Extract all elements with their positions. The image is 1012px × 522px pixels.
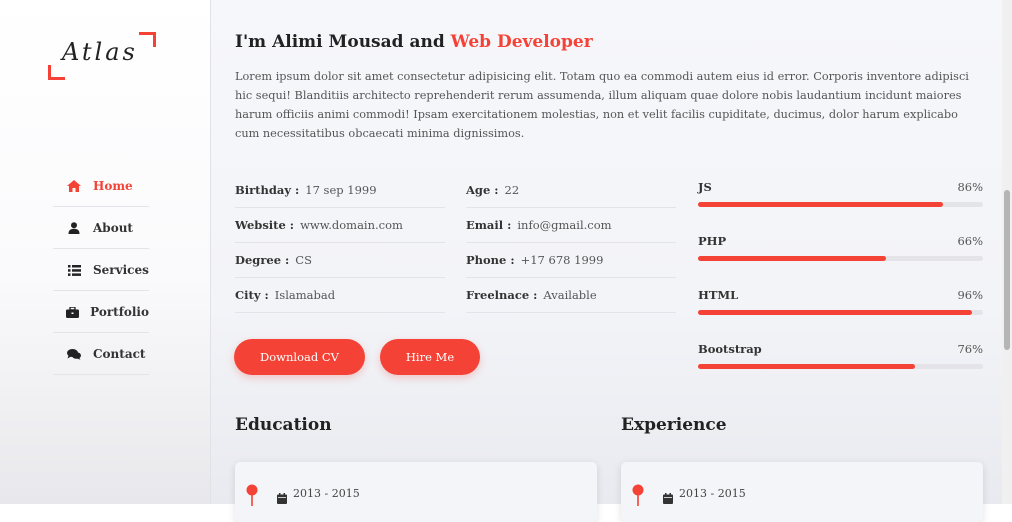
skill-name: PHP: [698, 234, 727, 248]
experience-heading: Experience: [621, 415, 727, 435]
education-heading: Education: [235, 415, 332, 435]
info-value: 17 sep 1999: [305, 183, 377, 197]
info-column-left: Birthday : 17 sep 1999 Website : www.domai…: [235, 174, 445, 314]
skill-percent: 66%: [957, 234, 983, 248]
info-value: CS: [295, 253, 312, 267]
logo-corner-top-right: [139, 32, 156, 47]
skill-html: HTML 96%: [698, 288, 983, 342]
info-value: 22: [504, 183, 520, 197]
intro-paragraph: Lorem ipsum dolor sit amet consectetur a…: [235, 70, 969, 140]
home-icon: [63, 180, 85, 192]
nav-item-label: Home: [93, 179, 133, 193]
info-key: City :: [235, 288, 269, 302]
education-card: 2013 - 2015: [235, 462, 597, 522]
hire-me-button[interactable]: Hire Me: [380, 339, 480, 375]
hero-title-prefix: I'm Alimi Mousad and: [235, 32, 451, 52]
info-value: info@gmail.com: [517, 218, 612, 232]
nav-item-label: About: [93, 221, 133, 235]
info-key: Email :: [466, 218, 512, 232]
info-row-freelance: Freelnace : Available: [466, 279, 676, 313]
briefcase-icon: [63, 306, 82, 318]
download-cv-button[interactable]: Download CV: [234, 339, 365, 375]
list-icon: [63, 264, 85, 276]
map-pin-icon: [246, 484, 258, 510]
skill-progress-track: [698, 202, 983, 207]
skill-percent: 76%: [957, 342, 983, 356]
skill-name: JS: [698, 180, 712, 194]
skill-progress-fill: [698, 310, 972, 315]
hero-title: I'm Alimi Mousad and Web Developer: [235, 32, 593, 52]
calendar-icon: [663, 489, 673, 508]
nav-item-services[interactable]: Services: [53, 250, 149, 291]
nav-item-label: Portfolio: [90, 305, 149, 319]
info-value: www.domain.com: [300, 218, 403, 232]
info-row-degree: Degree : CS: [235, 244, 445, 278]
info-key: Birthday :: [235, 183, 300, 197]
skill-progress-fill: [698, 202, 944, 207]
logo-text: Atlas: [62, 38, 138, 66]
skill-progress-fill: [698, 364, 915, 369]
logo[interactable]: Atlas: [48, 32, 158, 82]
experience-date: 2013 - 2015: [679, 487, 746, 500]
skill-progress-track: [698, 256, 983, 261]
skill-progress-track: [698, 310, 983, 315]
info-row-website: Website : www.domain.com: [235, 209, 445, 243]
nav-item-contact[interactable]: Contact: [53, 334, 149, 375]
nav-item-home[interactable]: Home: [53, 166, 149, 207]
skill-name: HTML: [698, 288, 739, 302]
logo-corner-bottom-left: [48, 65, 65, 80]
skill-js: JS 86%: [698, 180, 983, 234]
info-key: Degree :: [235, 253, 290, 267]
info-key: Age :: [466, 183, 499, 197]
skills-list: JS 86% PHP 66% HTML 96% Bootstrap 76%: [698, 180, 983, 396]
skill-progress-track: [698, 364, 983, 369]
experience-card: 2013 - 2015: [621, 462, 983, 522]
skill-php: PHP 66%: [698, 234, 983, 288]
skill-name: Bootstrap: [698, 342, 762, 356]
user-icon: [63, 222, 85, 234]
info-value: Islamabad: [274, 288, 336, 302]
info-row-city: City : Islamabad: [235, 279, 445, 313]
skill-bootstrap: Bootstrap 76%: [698, 342, 983, 396]
page-scrollbar[interactable]: [1002, 0, 1012, 504]
skill-percent: 86%: [957, 180, 983, 194]
info-row-phone: Phone : +17 678 1999: [466, 244, 676, 278]
main-content: I'm Alimi Mousad and Web Developer Lorem…: [211, 0, 1002, 522]
info-key: Freelnace :: [466, 288, 538, 302]
nav-item-label: Contact: [93, 347, 146, 361]
map-pin-icon: [632, 484, 644, 510]
info-row-email: Email : info@gmail.com: [466, 209, 676, 243]
info-key: Phone :: [466, 253, 515, 267]
info-row-birthday: Birthday : 17 sep 1999: [235, 174, 445, 208]
info-value: +17 678 1999: [520, 253, 604, 267]
skill-percent: 96%: [957, 288, 983, 302]
main-nav: Home About Services Portfolio Contact: [53, 166, 149, 376]
hero-title-accent: Web Developer: [450, 32, 593, 52]
nav-item-label: Services: [93, 263, 149, 277]
education-date: 2013 - 2015: [293, 487, 360, 500]
info-column-right: Age : 22 Email : info@gmail.com Phone : +17…: [466, 174, 676, 314]
comments-icon: [63, 348, 85, 360]
calendar-icon: [277, 489, 287, 508]
skill-progress-fill: [698, 256, 887, 261]
nav-item-about[interactable]: About: [53, 208, 149, 249]
sidebar: Atlas Home About Services Portfolio Cont…: [0, 0, 211, 504]
scrollbar-thumb[interactable]: [1004, 190, 1010, 350]
info-row-age: Age : 22: [466, 174, 676, 208]
info-key: Website :: [235, 218, 295, 232]
info-value: Available: [543, 288, 597, 302]
nav-item-portfolio[interactable]: Portfolio: [53, 292, 149, 333]
